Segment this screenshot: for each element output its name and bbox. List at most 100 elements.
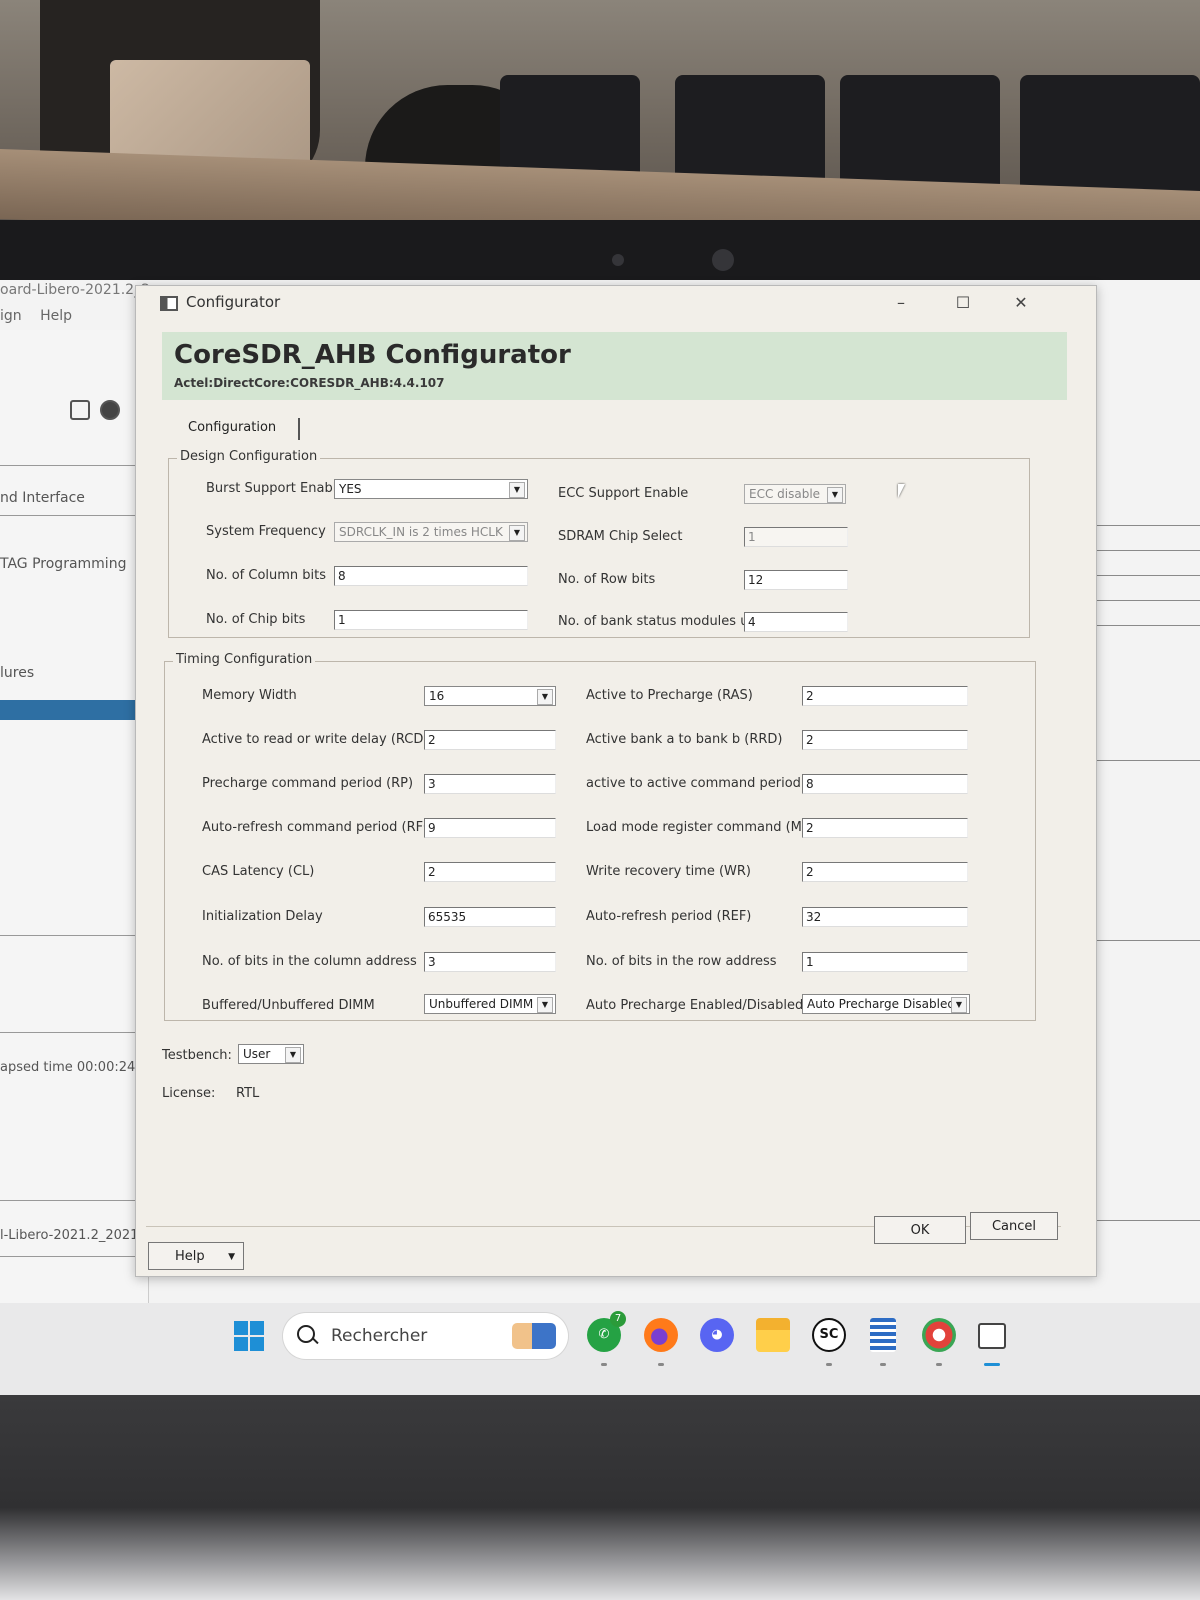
- file-explorer-icon[interactable]: [756, 1318, 790, 1352]
- row-address-bits-label: No. of bits in the row address: [586, 954, 777, 969]
- selected-value: SDRCLK_IN is 2 times HCLK: [339, 525, 503, 539]
- license-label: License:: [162, 1086, 216, 1101]
- taskbar: Rechercher ✆ 7 ◕ SC: [0, 1303, 1200, 1395]
- row-address-bits-field[interactable]: 1: [802, 952, 968, 972]
- column-bits-field[interactable]: 8: [334, 566, 528, 586]
- chevron-down-icon: ▼: [537, 689, 553, 705]
- bank-status-field[interactable]: 4: [744, 612, 848, 632]
- bg-flow-item[interactable]: nd Interface: [0, 490, 85, 506]
- ref-field[interactable]: 32: [802, 907, 968, 927]
- cas-latency-field[interactable]: 2: [424, 862, 556, 882]
- dimm-type-label: Buffered/Unbuffered DIMM: [202, 998, 375, 1013]
- divider: [0, 515, 145, 516]
- selected-value: User: [243, 1047, 271, 1061]
- rfc-field[interactable]: 9: [424, 818, 556, 838]
- bg-toolbar: [70, 400, 120, 420]
- license-value: RTL: [236, 1086, 260, 1101]
- ras-field[interactable]: 2: [802, 686, 968, 706]
- testbench-label: Testbench:: [162, 1048, 232, 1063]
- taskbar-search[interactable]: Rechercher: [283, 1313, 568, 1359]
- testbench-select[interactable]: User ▼: [238, 1044, 304, 1064]
- bg-menu-help[interactable]: Help: [40, 308, 72, 324]
- configurator-dialog: Configurator – ☐ ✕ CoreSDR_AHB Configura…: [135, 285, 1097, 1277]
- rrd-field[interactable]: 2: [802, 730, 968, 750]
- divider: [0, 1032, 138, 1033]
- row-bits-field[interactable]: 12: [744, 570, 848, 590]
- chevron-down-icon: ▼: [827, 487, 843, 503]
- discord-icon[interactable]: ◕: [700, 1318, 734, 1352]
- webcam: [712, 249, 734, 271]
- chevron-down-icon: ▼: [228, 1252, 235, 1262]
- chevron-down-icon: ▼: [537, 997, 553, 1013]
- mrd-label: Load mode register command (MRD): [586, 820, 827, 835]
- configurator-app-icon[interactable]: [978, 1323, 1006, 1349]
- init-delay-label: Initialization Delay: [202, 909, 323, 924]
- group-title: Timing Configuration: [173, 652, 316, 667]
- memory-width-select[interactable]: 16 ▼: [424, 686, 556, 706]
- logo-tile: [234, 1321, 248, 1335]
- system-frequency-select[interactable]: SDRCLK_IN is 2 times HCLK ▼: [334, 522, 528, 542]
- dialog-title: Configurator: [186, 293, 281, 311]
- bg-flow-item[interactable]: TAG Programming: [0, 556, 126, 572]
- burst-support-select[interactable]: YES ▼: [334, 479, 528, 499]
- selected-value: Auto Precharge Disabled: [807, 997, 955, 1011]
- configurator-banner: CoreSDR_AHB Configurator Actel:DirectCor…: [162, 332, 1067, 400]
- dialog-titlebar[interactable]: Configurator – ☐ ✕: [136, 286, 1096, 320]
- bg-menu-design[interactable]: ign: [0, 308, 22, 324]
- column-bits-label: No. of Column bits: [206, 568, 327, 583]
- init-delay-field[interactable]: 65535: [424, 907, 556, 927]
- row-bits-label: No. of Row bits: [558, 572, 656, 587]
- group-title: Design Configuration: [177, 449, 321, 464]
- chip-bits-field[interactable]: 1: [334, 610, 528, 630]
- mouse-cursor-icon: [898, 484, 905, 498]
- bank-status-label: No. of bank status modules used: [558, 614, 772, 629]
- windows-start-icon[interactable]: [234, 1321, 264, 1351]
- selected-value: YES: [339, 482, 362, 496]
- auto-precharge-select[interactable]: Auto Precharge Disabled ▼: [802, 994, 970, 1014]
- column-address-bits-label: No. of bits in the column address: [202, 954, 417, 969]
- power-app-icon[interactable]: [922, 1318, 956, 1352]
- ecc-support-select[interactable]: ECC disable ▼: [744, 484, 846, 504]
- cancel-button[interactable]: Cancel: [970, 1212, 1058, 1240]
- search-icon: [297, 1325, 315, 1343]
- camera-sensor: [612, 254, 624, 266]
- notepad-icon[interactable]: [870, 1318, 896, 1352]
- chip-select-field[interactable]: 1: [744, 527, 848, 547]
- running-indicator: [601, 1363, 607, 1366]
- logo-tile: [234, 1337, 248, 1351]
- chevron-down-icon: ▼: [509, 525, 525, 541]
- column-address-bits-field[interactable]: 3: [424, 952, 556, 972]
- divider: [0, 935, 138, 936]
- collapse-icon[interactable]: [70, 400, 90, 420]
- chip-select-label: SDRAM Chip Select: [558, 529, 683, 544]
- dimm-type-select[interactable]: Unbuffered DIMM ▼: [424, 994, 556, 1014]
- ok-button[interactable]: OK: [874, 1216, 966, 1244]
- help-button[interactable]: Help ▼: [148, 1242, 244, 1270]
- rp-field[interactable]: 3: [424, 774, 556, 794]
- bg-flow-item[interactable]: lures: [0, 665, 34, 681]
- close-icon[interactable]: ✕: [1006, 292, 1036, 314]
- tab-configuration[interactable]: Configuration: [188, 418, 301, 440]
- run-icon[interactable]: [100, 400, 120, 420]
- selected-value: 16: [429, 689, 445, 703]
- wr-field[interactable]: 2: [802, 862, 968, 882]
- ref-label: Auto-refresh period (REF): [586, 909, 752, 924]
- mrd-field[interactable]: 2: [802, 818, 968, 838]
- help-label: Help: [175, 1249, 205, 1264]
- search-placeholder: Rechercher: [331, 1326, 428, 1346]
- search-highlight-icon: [512, 1323, 556, 1349]
- bg-elapsed-time: apsed time 00:00:24): [0, 1060, 141, 1075]
- rc-field[interactable]: 8: [802, 774, 968, 794]
- rcd-field[interactable]: 2: [424, 730, 556, 750]
- cas-latency-label: CAS Latency (CL): [202, 864, 315, 879]
- logo-tile: [250, 1337, 264, 1351]
- running-indicator: [936, 1363, 942, 1366]
- chevron-down-icon: ▼: [285, 1047, 301, 1063]
- divider: [0, 1200, 138, 1201]
- maximize-icon[interactable]: ☐: [948, 292, 978, 314]
- soundcloud-icon[interactable]: SC: [812, 1318, 846, 1352]
- selected-value: Unbuffered DIMM: [429, 997, 534, 1011]
- rc-label: active to active command period (RC): [586, 776, 833, 791]
- minimize-icon[interactable]: –: [886, 292, 916, 314]
- firefox-icon[interactable]: [644, 1318, 678, 1352]
